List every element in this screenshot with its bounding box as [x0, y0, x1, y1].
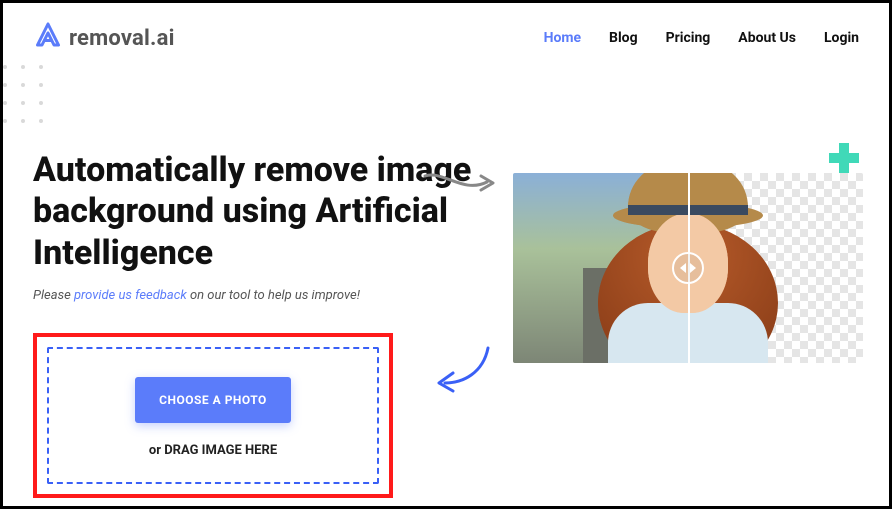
- main-nav: Home Blog Pricing About Us Login: [544, 30, 859, 46]
- sub-prefix: Please: [33, 288, 74, 303]
- drag-text: or DRAG IMAGE HERE: [59, 443, 367, 458]
- plus-icon: [829, 143, 859, 173]
- logo[interactable]: removal.ai: [33, 21, 175, 55]
- nav-pricing[interactable]: Pricing: [666, 30, 711, 46]
- upload-dropzone[interactable]: CHOOSE A PHOTO or DRAG IMAGE HERE: [47, 347, 379, 484]
- choose-photo-button[interactable]: CHOOSE A PHOTO: [135, 377, 291, 423]
- upload-highlight-box: CHOOSE A PHOTO or DRAG IMAGE HERE: [33, 333, 393, 498]
- nav-home[interactable]: Home: [544, 30, 581, 46]
- demo-image-comparison: [513, 173, 863, 363]
- logo-icon: [33, 21, 63, 55]
- decorative-arrow-curved-icon: [433, 343, 493, 393]
- demo-before: [513, 173, 688, 363]
- sub-suffix: on our tool to help us improve!: [187, 288, 360, 303]
- nav-blog[interactable]: Blog: [609, 30, 638, 46]
- nav-about[interactable]: About Us: [738, 30, 796, 46]
- decorative-dots: [3, 65, 47, 127]
- hero-subtext: Please provide us feedback on our tool t…: [33, 288, 503, 303]
- demo-after: [688, 173, 863, 363]
- feedback-link[interactable]: provide us feedback: [74, 288, 187, 303]
- nav-login[interactable]: Login: [824, 30, 859, 46]
- site-header: removal.ai Home Blog Pricing About Us Lo…: [3, 3, 889, 65]
- comparison-slider-handle[interactable]: [672, 252, 704, 284]
- decorative-arrow-right-icon: [423, 168, 503, 198]
- logo-text: removal.ai: [69, 26, 175, 51]
- hero-left: Automatically remove image background us…: [33, 150, 503, 498]
